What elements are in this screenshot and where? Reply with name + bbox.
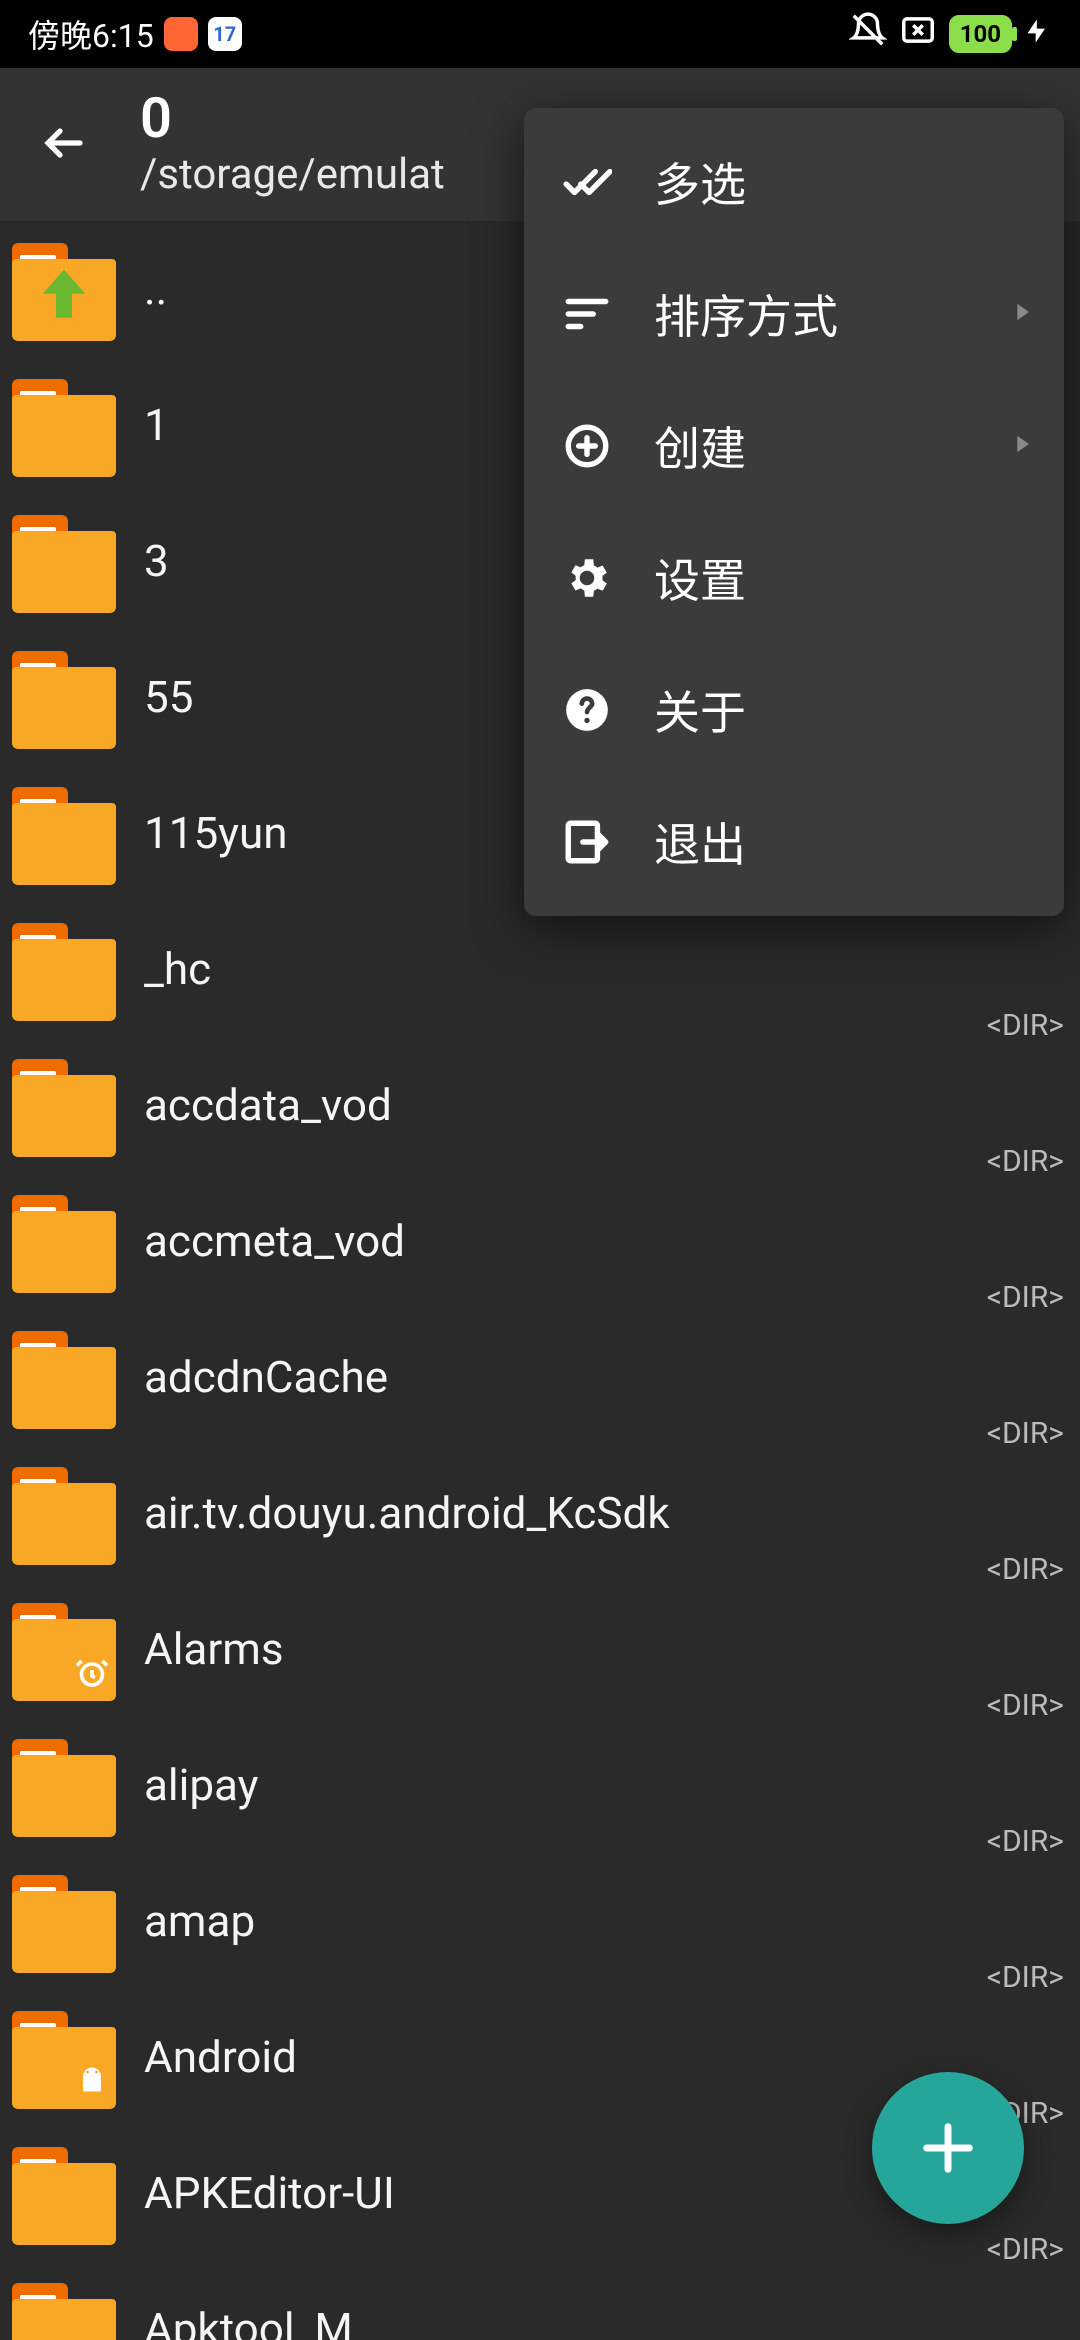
file-row[interactable]: _hc<DIR> [0, 901, 1080, 1037]
file-row[interactable]: accdata_vod<DIR> [0, 1037, 1080, 1173]
fab-add-button[interactable] [872, 2072, 1024, 2224]
file-name-label: accmeta_vod [144, 1215, 1068, 1267]
folder-icon [12, 2005, 116, 2109]
menu-item-sort[interactable]: 排序方式 [524, 248, 1064, 380]
charging-icon [1024, 15, 1052, 53]
folder-icon [12, 645, 116, 749]
check-all-icon [560, 157, 614, 207]
sort-icon [560, 289, 614, 339]
menu-item-label: 排序方式 [654, 281, 838, 347]
status-bar: 傍晚6:15 17 100 [0, 0, 1080, 68]
menu-item-about[interactable]: 关于 [524, 644, 1064, 776]
android-overlay-icon [74, 2063, 110, 2103]
folder-icon [12, 1869, 116, 1973]
chevron-right-icon [1008, 430, 1036, 462]
battery-indicator: 100 [949, 15, 1012, 53]
file-name-label: alipay [144, 1759, 1068, 1811]
status-app-icon [164, 17, 198, 51]
menu-item-exit[interactable]: 退出 [524, 776, 1064, 908]
file-row[interactable]: air.tv.douyu.android_KcSdk<DIR> [0, 1445, 1080, 1581]
file-row[interactable]: alipay<DIR> [0, 1717, 1080, 1853]
folder-icon [12, 1733, 116, 1837]
file-row[interactable]: amap<DIR> [0, 1853, 1080, 1989]
gear-icon [560, 553, 614, 603]
file-row[interactable]: accmeta_vod<DIR> [0, 1173, 1080, 1309]
status-time: 傍晚6:15 [28, 11, 154, 57]
file-name-label: _hc [144, 943, 1068, 995]
menu-item-label: 退出 [654, 809, 746, 875]
folder-icon [12, 2277, 116, 2340]
folder-icon [12, 509, 116, 613]
file-row[interactable]: Apktool_M [0, 2261, 1080, 2340]
current-path: /storage/emulat [140, 150, 445, 199]
folder-icon [12, 2141, 116, 2245]
exit-icon [560, 817, 614, 867]
menu-item-multiselect[interactable]: 多选 [524, 116, 1064, 248]
menu-item-settings[interactable]: 设置 [524, 512, 1064, 644]
menu-item-create[interactable]: 创建 [524, 380, 1064, 512]
folder-icon [12, 1461, 116, 1565]
folder-icon [12, 1189, 116, 1293]
context-menu: 多选排序方式创建设置关于退出 [524, 108, 1064, 916]
alarm-overlay-icon [74, 1655, 110, 1695]
menu-item-label: 多选 [654, 149, 746, 215]
file-name-label: Alarms [144, 1623, 1068, 1675]
help-icon [560, 685, 614, 735]
folder-icon [12, 1597, 116, 1701]
file-name-label: Apktool_M [144, 2303, 1068, 2340]
folder-icon [12, 1325, 116, 1429]
mute-icon [849, 11, 887, 57]
menu-item-label: 设置 [654, 545, 746, 611]
status-calendar-icon: 17 [208, 17, 242, 51]
selection-count: 0 [140, 88, 445, 150]
file-row[interactable]: Alarms<DIR> [0, 1581, 1080, 1717]
folder-icon [12, 781, 116, 885]
file-name-label: air.tv.douyu.android_KcSdk [144, 1487, 1068, 1539]
menu-item-label: 关于 [654, 677, 746, 743]
folder-up-icon [12, 237, 116, 341]
folder-icon [12, 917, 116, 1021]
file-name-label: adcdnCache [144, 1351, 1068, 1403]
file-row[interactable]: adcdnCache<DIR> [0, 1309, 1080, 1445]
menu-item-label: 创建 [654, 413, 746, 479]
back-button[interactable] [24, 119, 104, 167]
file-name-label: amap [144, 1895, 1068, 1947]
file-name-label: accdata_vod [144, 1079, 1068, 1131]
close-box-icon [899, 11, 937, 57]
add-circle-icon [560, 421, 614, 471]
folder-icon [12, 1053, 116, 1157]
folder-icon [12, 373, 116, 477]
chevron-right-icon [1008, 298, 1036, 330]
